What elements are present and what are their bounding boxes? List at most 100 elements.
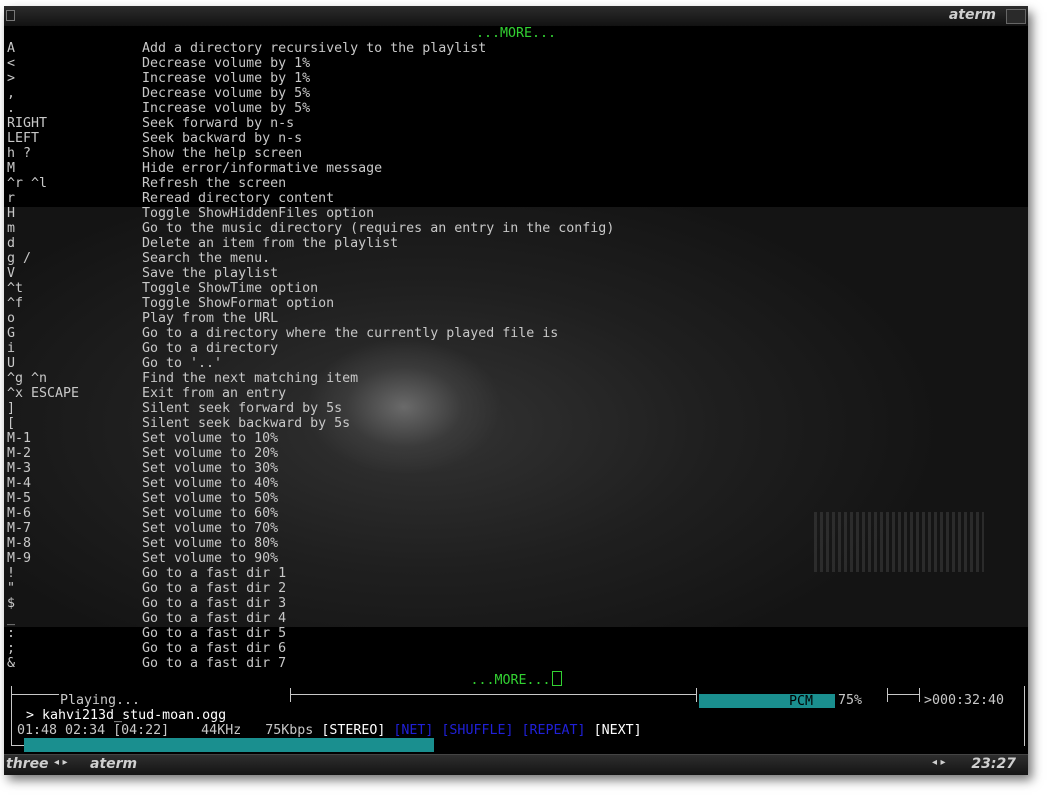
help-description: Silent seek forward by 5s [142, 401, 343, 416]
help-key: ; [7, 641, 16, 656]
help-key: [ [7, 416, 16, 431]
help-key: M-4 [7, 476, 32, 491]
help-description: Go to a directory [142, 341, 279, 356]
help-key: : [7, 626, 16, 641]
help-description: Go to a fast dir 1 [142, 566, 287, 581]
taskbar-item-aterm[interactable]: aterm [90, 756, 137, 772]
help-description: Refresh the screen [142, 176, 287, 191]
aterm-window: aterm ...MORE... A Add a directory recurs… [4, 6, 1028, 774]
title-bar[interactable]: aterm [4, 6, 1028, 27]
help-key: ^x ESCAPE [7, 386, 80, 401]
help-key: ! [7, 566, 16, 581]
help-description: Set volume to 60% [142, 506, 279, 521]
help-description: Go to a fast dir 2 [142, 581, 287, 596]
help-description: Show the help screen [142, 146, 303, 161]
help-key: , [7, 86, 16, 101]
more-indicator-bottom: ...MORE... [4, 671, 1028, 688]
help-key: d [7, 236, 16, 251]
time-total: [04:22] [113, 723, 170, 738]
progress-border-left [11, 732, 12, 746]
net-flag: [NET] [393, 723, 434, 738]
window-button-icon[interactable] [1006, 9, 1026, 24]
terminal-area[interactable]: ...MORE... A Add a directory recursively … [4, 26, 1028, 754]
status-border-top-right [887, 694, 919, 695]
window-menu-icon[interactable] [6, 10, 15, 21]
help-key: U [7, 356, 16, 371]
help-description: Add a directory recursively to the playl… [142, 41, 487, 56]
help-description: Go to a fast dir 6 [142, 641, 287, 656]
help-key: M-8 [7, 536, 32, 551]
help-key: & [7, 656, 16, 671]
status-divider [290, 688, 291, 702]
task-arrows-icon[interactable]: ◂ ▸ [932, 757, 946, 768]
help-key: " [7, 581, 16, 596]
sample-rate: 44 [201, 723, 218, 738]
help-key: M-1 [7, 431, 32, 446]
volume-percent: 75% [838, 693, 863, 708]
status-border-right [1024, 686, 1025, 746]
clock: 23:27 [971, 756, 1016, 772]
help-description: Decrease volume by 1% [142, 56, 311, 71]
play-state: Playing... [60, 693, 141, 708]
shuffle-flag: [SHUFFLE] [441, 723, 514, 738]
current-file: > kahvi213d_stud-moan.ogg [26, 708, 227, 723]
help-description: Exit from an entry [142, 386, 287, 401]
help-description: Toggle ShowHiddenFiles option [142, 206, 375, 221]
workspace-name[interactable]: three [6, 756, 49, 772]
help-description: Set volume to 70% [142, 521, 279, 536]
progress-bar[interactable] [24, 738, 434, 752]
sample-rate-unit: KHz [217, 723, 242, 738]
track-info-line: 01:48 02:34 [04:22] 44KHz 75Kbps [STEREO… [17, 723, 642, 738]
help-description: Play from the URL [142, 311, 279, 326]
help-key: m [7, 221, 16, 236]
time-left: 02:34 [65, 723, 106, 738]
help-description: Go to a fast dir 3 [142, 596, 287, 611]
help-key: < [7, 56, 16, 71]
help-key: _ [7, 611, 16, 626]
help-key: RIGHT [7, 116, 48, 131]
help-key: $ [7, 596, 16, 611]
help-key: i [7, 341, 16, 356]
status-divider [887, 688, 888, 702]
help-description: Go to the music directory (requires an e… [142, 221, 615, 236]
help-key: ] [7, 401, 16, 416]
help-description: Go to a fast dir 5 [142, 626, 287, 641]
help-key: A [7, 41, 16, 56]
help-key: g / [7, 251, 32, 266]
help-key: M-9 [7, 551, 32, 566]
help-key: M-5 [7, 491, 32, 506]
help-key: H [7, 206, 16, 221]
help-key: M [7, 161, 16, 176]
help-key: > [7, 71, 16, 86]
wallpaper-texture [814, 512, 984, 572]
help-description: Go to a fast dir 7 [142, 656, 287, 671]
help-description: Go to a fast dir 4 [142, 611, 287, 626]
help-description: Toggle ShowTime option [142, 281, 319, 296]
help-key: ^r ^l [7, 176, 48, 191]
workspace-arrows-icon[interactable]: ◂ ▸ [54, 757, 68, 768]
help-description: Silent seek backward by 5s [142, 416, 351, 431]
help-description: Reread directory content [142, 191, 335, 206]
help-description: Set volume to 30% [142, 461, 279, 476]
status-divider [919, 688, 920, 702]
help-description: Decrease volume by 5% [142, 86, 311, 101]
help-key: r [7, 191, 16, 206]
progress-border-bottom [11, 745, 25, 746]
help-description: Hide error/informative message [142, 161, 383, 176]
help-key: ^f [7, 296, 24, 311]
help-key: M-2 [7, 446, 32, 461]
help-description: Set volume to 80% [142, 536, 279, 551]
help-key: ^g ^n [7, 371, 48, 386]
help-description: Increase volume by 1% [142, 71, 311, 86]
time-remaining: >000:32:40 [924, 693, 1005, 708]
help-description: Delete an item from the playlist [142, 236, 399, 251]
status-divider [696, 688, 697, 702]
help-key: h ? [7, 146, 32, 161]
volume-mixer-label: PCM [789, 694, 814, 709]
help-description: Set volume to 50% [142, 491, 279, 506]
volume-bar[interactable] [699, 694, 835, 708]
help-description: Set volume to 90% [142, 551, 279, 566]
help-key: V [7, 266, 16, 281]
bitrate: 75 [265, 723, 282, 738]
more-text: ...MORE... [470, 673, 551, 688]
